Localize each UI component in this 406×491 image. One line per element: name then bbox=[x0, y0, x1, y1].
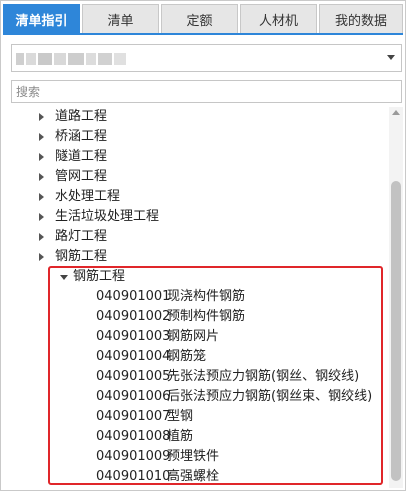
tree-item[interactable]: 路灯工程 bbox=[11, 227, 387, 247]
chevron-down-icon[interactable] bbox=[387, 55, 395, 60]
tree-item-label: 道路工程 bbox=[55, 109, 108, 124]
item-code: 040901007 bbox=[96, 409, 171, 424]
item-name: 后张法预应力钢筋(钢丝束、钢绞线) bbox=[167, 389, 373, 404]
item-name: 型钢 bbox=[167, 409, 194, 424]
item-name: 钢筋网片 bbox=[167, 329, 220, 344]
chevron-right-icon[interactable] bbox=[39, 193, 44, 201]
tree-item-label: 路灯工程 bbox=[55, 229, 108, 244]
item-code: 040901010 bbox=[96, 469, 171, 484]
tree-item[interactable]: 生活垃圾处理工程 bbox=[11, 207, 387, 227]
item-name: 高强螺栓 bbox=[167, 469, 220, 484]
chevron-right-icon[interactable] bbox=[39, 233, 44, 241]
item-code: 040901004 bbox=[96, 349, 171, 364]
tree-leaf-item[interactable]: 040901007 型钢 bbox=[11, 407, 387, 427]
tree-item[interactable]: 道路工程 bbox=[11, 107, 387, 127]
library-select[interactable] bbox=[11, 44, 402, 72]
scroll-thumb[interactable] bbox=[391, 181, 401, 481]
tree-leaf-item[interactable]: 040901006 后张法预应力钢筋(钢丝束、钢绞线) bbox=[11, 387, 387, 407]
tree-item-label: 水处理工程 bbox=[55, 189, 121, 204]
tab-labor-material-machine[interactable]: 人材机 bbox=[240, 4, 317, 33]
tree-view: 道路工程 桥涵工程 隧道工程 管网工程 水处理工程 生活垃圾处理工程 路灯工程 bbox=[11, 104, 387, 488]
tree-item[interactable]: 水处理工程 bbox=[11, 187, 387, 207]
item-name: 钢筋笼 bbox=[167, 349, 207, 364]
tree-leaf-item[interactable]: 040901005 先张法预应力钢筋(钢丝、钢绞线) bbox=[11, 367, 387, 387]
scroll-up-icon[interactable] bbox=[392, 110, 400, 115]
library-panel: 清单指引 清单 定额 人材机 我的数据 道路工程 桥涵工程 bbox=[0, 0, 406, 491]
tree-item-label: 隧道工程 bbox=[55, 149, 108, 164]
item-name: 预制构件钢筋 bbox=[167, 309, 246, 324]
tree-item[interactable]: 隧道工程 bbox=[11, 147, 387, 167]
item-code: 040901003 bbox=[96, 329, 171, 344]
tree-leaf-item[interactable]: 040901008 植筋 bbox=[11, 427, 387, 447]
chevron-down-icon[interactable] bbox=[60, 275, 68, 280]
vertical-scrollbar[interactable] bbox=[389, 107, 403, 488]
tab-underline bbox=[3, 33, 403, 35]
item-code: 040901001 bbox=[96, 289, 171, 304]
chevron-right-icon[interactable] bbox=[39, 213, 44, 221]
item-name: 预埋铁件 bbox=[167, 449, 220, 464]
item-name: 植筋 bbox=[167, 429, 194, 444]
tree-group-expanded[interactable]: 钢筋工程 bbox=[11, 267, 387, 287]
blurred-selection bbox=[16, 53, 128, 65]
item-code: 040901008 bbox=[96, 429, 171, 444]
tree-item-label: 管网工程 bbox=[55, 169, 108, 184]
tab-list[interactable]: 清单 bbox=[82, 4, 159, 33]
item-code: 040901006 bbox=[96, 389, 171, 404]
tree-group-label: 钢筋工程 bbox=[73, 269, 126, 284]
tree-item[interactable]: 管网工程 bbox=[11, 167, 387, 187]
item-code: 040901002 bbox=[96, 309, 171, 324]
item-name: 先张法预应力钢筋(钢丝、钢绞线) bbox=[167, 369, 360, 384]
chevron-right-icon[interactable] bbox=[39, 253, 44, 261]
tree-item-label: 生活垃圾处理工程 bbox=[55, 209, 160, 224]
tree-leaf-item[interactable]: 040901001 现浇构件钢筋 bbox=[11, 287, 387, 307]
chevron-right-icon[interactable] bbox=[39, 113, 44, 121]
tab-list-guide[interactable]: 清单指引 bbox=[3, 4, 80, 33]
tree-leaf-item[interactable]: 040901002 预制构件钢筋 bbox=[11, 307, 387, 327]
tab-my-data[interactable]: 我的数据 bbox=[319, 4, 403, 33]
item-code: 040901009 bbox=[96, 449, 171, 464]
tree-leaf-item[interactable]: 040901004 钢筋笼 bbox=[11, 347, 387, 367]
search-input[interactable] bbox=[11, 80, 402, 103]
tree-leaf-item[interactable]: 040901009 预埋铁件 bbox=[11, 447, 387, 467]
tab-bar: 清单指引 清单 定额 人材机 我的数据 bbox=[3, 4, 403, 34]
chevron-right-icon[interactable] bbox=[39, 133, 44, 141]
tree-item-label: 钢筋工程 bbox=[55, 249, 108, 264]
tree-leaf-item[interactable]: 040901010 高强螺栓 bbox=[11, 467, 387, 487]
tree-item[interactable]: 钢筋工程 bbox=[11, 247, 387, 267]
tab-quota[interactable]: 定额 bbox=[161, 4, 238, 33]
tree-leaf-item[interactable]: 040901003 钢筋网片 bbox=[11, 327, 387, 347]
tree-item-label: 桥涵工程 bbox=[55, 129, 108, 144]
item-name: 现浇构件钢筋 bbox=[167, 289, 246, 304]
chevron-right-icon[interactable] bbox=[39, 173, 44, 181]
chevron-right-icon[interactable] bbox=[39, 153, 44, 161]
tree-item[interactable]: 桥涵工程 bbox=[11, 127, 387, 147]
item-code: 040901005 bbox=[96, 369, 171, 384]
